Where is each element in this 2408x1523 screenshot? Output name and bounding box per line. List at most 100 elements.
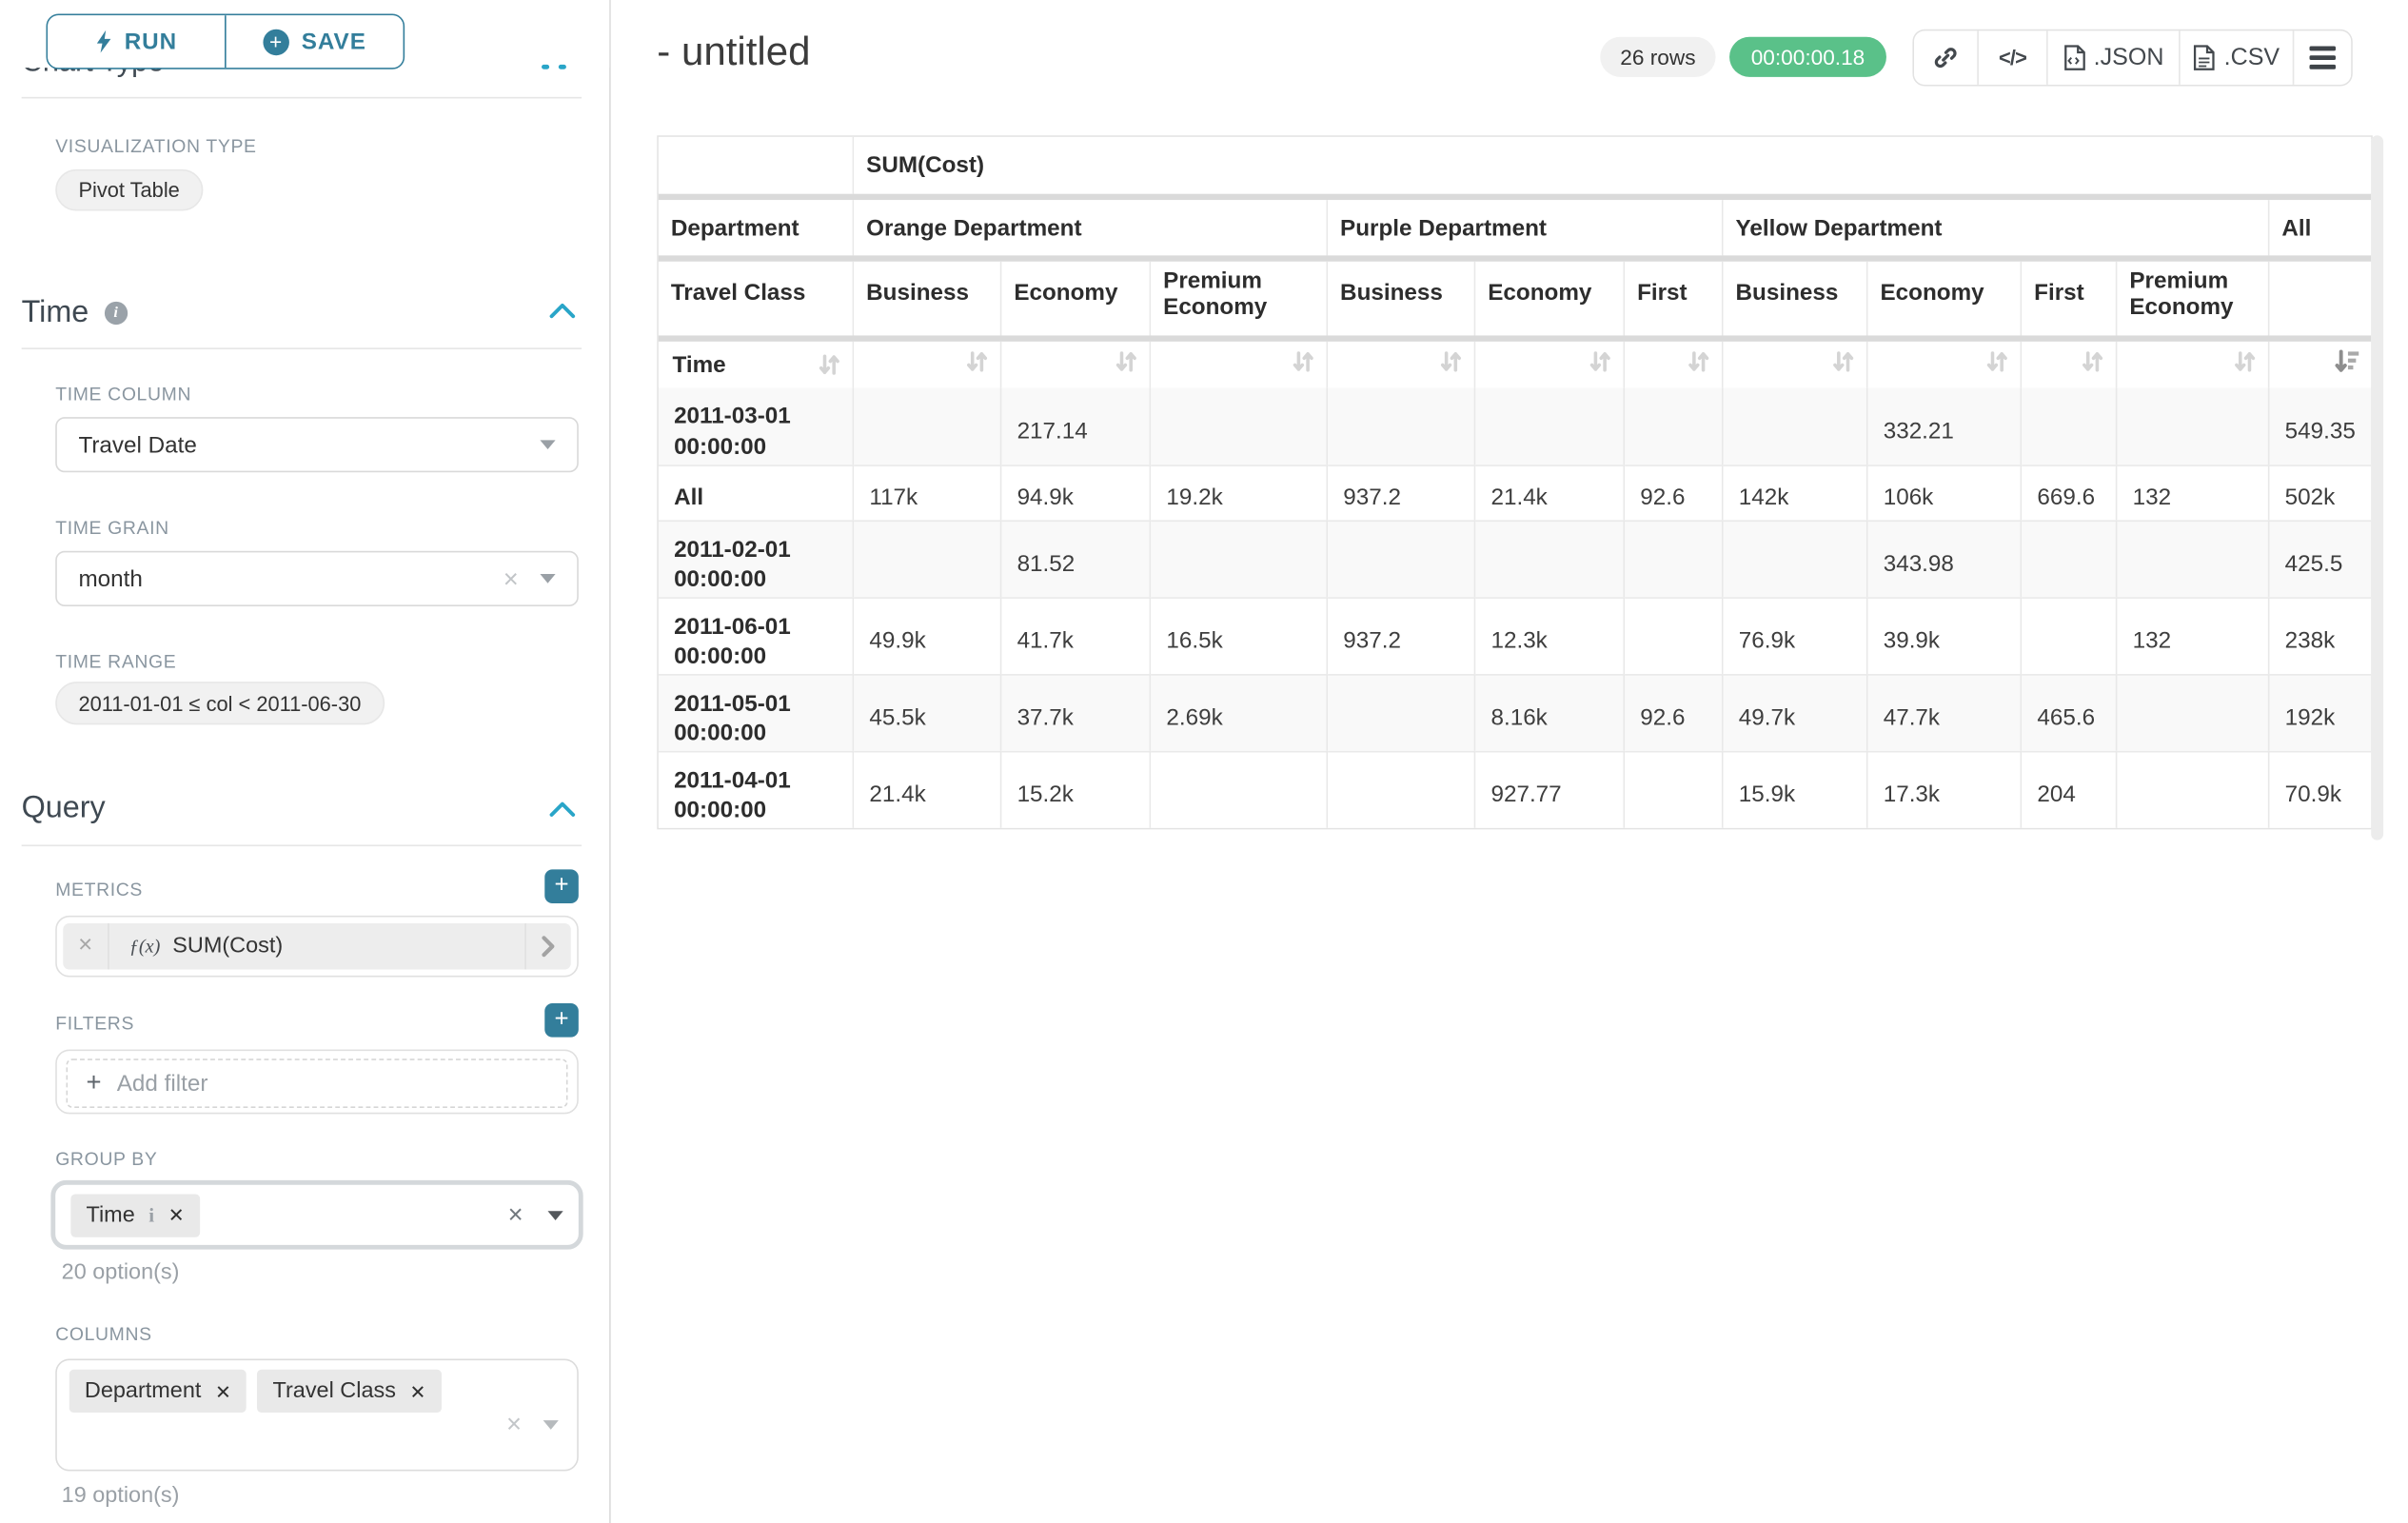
clear-icon[interactable]: ×	[508, 1199, 523, 1230]
pivot-value-cell: 19.2k	[1151, 465, 1328, 520]
pivot-value-cell	[1328, 520, 1475, 597]
plus-icon: +	[87, 1068, 102, 1098]
table-scrollbar[interactable]	[2371, 135, 2383, 840]
pivot-group-header: Purple Department	[1328, 200, 1723, 255]
pivot-metric-row: SUM(Cost)	[659, 137, 2371, 194]
pivot-value-cell: 549.35	[2269, 387, 2371, 465]
pivot-value-cell: 94.9k	[1001, 465, 1151, 520]
control-panel-sidebar: Chart Type RUN + SAVE VISUALIZATION TYPE…	[0, 0, 609, 1523]
pivot-value-cell	[854, 520, 1001, 597]
remove-chip-icon[interactable]: ✕	[168, 1203, 185, 1226]
pivot-value-cell	[2022, 520, 2117, 597]
columns-chip-label: Department	[85, 1378, 201, 1403]
columns-chip[interactable]: Travel Class ✕	[257, 1370, 441, 1413]
row-count-badge: 26 rows	[1600, 37, 1715, 77]
group-by-chip[interactable]: Time i ✕	[70, 1194, 199, 1236]
pivot-value-cell: 204	[2022, 751, 2117, 828]
chevron-up-icon[interactable]	[549, 801, 575, 817]
row-dimension-sort-cell[interactable]: Time	[659, 342, 854, 387]
time-range-chip[interactable]: 2011-01-01 ≤ col < 2011-06-30	[55, 682, 384, 724]
pivot-data-row: 2011-03-01 00:00:00217.14332.21549.35	[659, 387, 2371, 465]
pivot-value-cell	[1724, 520, 1868, 597]
save-button[interactable]: + SAVE	[225, 15, 404, 68]
time-grain-select[interactable]: month ×	[55, 551, 579, 606]
chevron-up-icon[interactable]	[549, 303, 575, 318]
columns-label: COLUMNS	[55, 1323, 152, 1345]
expand-metric-icon[interactable]	[524, 923, 570, 969]
metrics-label: METRICS	[55, 879, 143, 900]
chevron-down-icon	[543, 1420, 559, 1430]
pivot-row-label: 2011-06-01 00:00:00	[659, 597, 854, 674]
clear-icon[interactable]: ×	[503, 565, 519, 591]
time-column-label: TIME COLUMN	[55, 384, 191, 405]
pivot-value-cell: 15.2k	[1001, 751, 1151, 828]
columns-select[interactable]: Department ✕ Travel Class ✕ ×	[55, 1358, 579, 1471]
share-link-button[interactable]	[1914, 30, 1977, 85]
column-sort-cell[interactable]	[2117, 342, 2269, 387]
export-json-button[interactable]: .JSON	[2046, 30, 2179, 85]
chart-menu-button[interactable]	[2293, 30, 2351, 85]
pivot-group-header: Yellow Department	[1724, 200, 2270, 255]
pivot-value-cell: 502k	[2269, 465, 2371, 520]
embed-code-button[interactable]: </>	[1977, 30, 2046, 85]
clear-icon[interactable]: ×	[506, 1410, 522, 1440]
pivot-group-row: DepartmentOrange DepartmentPurple Depart…	[659, 200, 2371, 255]
pivot-corner-cell	[659, 137, 854, 194]
time-section-header[interactable]: Time i	[22, 295, 128, 330]
query-section-title: Query	[22, 791, 106, 826]
pivot-value-cell: 81.52	[1001, 520, 1151, 597]
column-sort-cell[interactable]	[1151, 342, 1328, 387]
column-sort-cell[interactable]	[1475, 342, 1625, 387]
run-button[interactable]: RUN	[48, 15, 225, 68]
remove-chip-icon[interactable]: ✕	[409, 1379, 425, 1402]
pivot-metric-header: SUM(Cost)	[854, 137, 2371, 194]
export-csv-button[interactable]: .CSV	[2179, 30, 2293, 85]
chevron-up-icon	[559, 65, 566, 69]
save-button-label: SAVE	[302, 29, 366, 54]
column-sort-cell[interactable]	[1001, 342, 1151, 387]
link-icon	[1932, 45, 1958, 70]
query-section-header[interactable]: Query	[22, 791, 106, 826]
columns-chip[interactable]: Department ✕	[69, 1370, 247, 1413]
column-sort-cell[interactable]	[1724, 342, 1868, 387]
pivot-value-cell	[1625, 387, 1723, 465]
pivot-value-cell	[1475, 387, 1625, 465]
column-sort-cell[interactable]	[2022, 342, 2117, 387]
pivot-value-cell: 15.9k	[1724, 751, 1868, 828]
add-metric-button[interactable]: +	[544, 869, 579, 903]
remove-chip-icon[interactable]: ✕	[215, 1379, 231, 1402]
csv-button-label: .CSV	[2224, 44, 2280, 71]
pivot-subdimension-label: Travel Class	[659, 262, 854, 336]
group-by-select[interactable]: Time i ✕ ×	[50, 1180, 582, 1250]
time-column-select[interactable]: Travel Date	[55, 417, 579, 472]
metrics-box: × ƒ(x) SUM(Cost)	[55, 916, 579, 978]
pivot-value-cell	[1328, 751, 1475, 828]
pivot-value-cell: 117k	[854, 465, 1001, 520]
metric-name: SUM(Cost)	[172, 934, 524, 959]
add-filter-button[interactable]: + Add filter	[67, 1058, 568, 1108]
add-filter-plus-button[interactable]: +	[544, 1003, 579, 1038]
pivot-value-cell	[1724, 387, 1868, 465]
pivot-value-cell: 17.3k	[1868, 751, 2023, 828]
pivot-value-cell	[2117, 674, 2269, 751]
chevron-down-icon	[540, 440, 555, 449]
time-range-label: TIME RANGE	[55, 651, 176, 673]
pivot-data-row: All117k94.9k19.2k937.221.4k92.6142k106k6…	[659, 465, 2371, 520]
metric-pill[interactable]: × ƒ(x) SUM(Cost)	[63, 923, 570, 969]
pivot-value-cell: 937.2	[1328, 597, 1475, 674]
remove-metric-icon[interactable]: ×	[63, 923, 109, 969]
column-sort-cell[interactable]	[854, 342, 1001, 387]
column-sort-cell[interactable]	[2269, 342, 2371, 387]
column-sort-cell[interactable]	[1328, 342, 1475, 387]
column-sort-cell[interactable]	[1625, 342, 1723, 387]
pivot-col-header: Business	[1724, 262, 1868, 336]
column-sort-cell[interactable]	[1868, 342, 2023, 387]
pivot-value-cell: 41.7k	[1001, 597, 1151, 674]
chevron-down-icon	[548, 1210, 563, 1219]
chevron-down-icon	[540, 574, 555, 583]
run-save-button-group: RUN + SAVE	[46, 14, 405, 69]
chart-title[interactable]: - untitled	[657, 28, 810, 75]
viz-type-chip[interactable]: Pivot Table	[55, 169, 203, 211]
viz-type-label: VISUALIZATION TYPE	[55, 135, 256, 157]
pivot-col-header: Business	[854, 262, 1001, 336]
